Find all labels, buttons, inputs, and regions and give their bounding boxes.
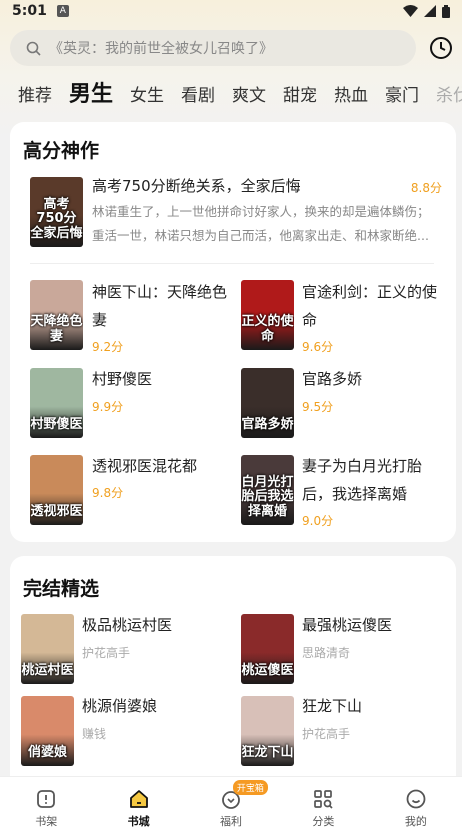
book-title: 桃源俏婆娘 bbox=[82, 697, 158, 715]
featured-score: 8.8分 bbox=[410, 181, 442, 195]
search-placeholder: 《英灵：我的前世全被女儿召唤了》 bbox=[49, 41, 273, 57]
smile-icon bbox=[406, 789, 426, 809]
notification-icon: A bbox=[56, 5, 69, 17]
book-cover: 俏婆娘 bbox=[21, 696, 74, 766]
book-author: 思路清奇 bbox=[302, 646, 351, 660]
book-score: 9.6分 bbox=[302, 340, 334, 354]
book-cover: 高考750分全家后悔 bbox=[30, 177, 83, 247]
nav-profile[interactable]: 我的 bbox=[370, 777, 462, 831]
featured-desc-line2: 重活一世，林诺只想为自己而活，他离家出走、和林家断绝... bbox=[92, 228, 429, 243]
search-row: 《英灵：我的前世全被女儿召唤了》 bbox=[10, 30, 454, 66]
tab-hotblood[interactable]: 热血 bbox=[334, 81, 368, 110]
battery-icon bbox=[442, 4, 450, 18]
nav-bookshelf[interactable]: 书架 bbox=[0, 777, 92, 831]
status-icons bbox=[403, 4, 450, 18]
wifi-icon bbox=[403, 5, 418, 17]
status-bar: 5:01 A bbox=[0, 0, 462, 22]
section-completed: 完结精选 桃运村医 极品桃运村医 护花高手 桃运傻医 最强桃运傻医 思路清奇 俏… bbox=[10, 556, 456, 786]
section-title: 高分神作 bbox=[23, 140, 100, 162]
tab-drama[interactable]: 看剧 bbox=[181, 81, 215, 110]
search-input[interactable]: 《英灵：我的前世全被女儿召唤了》 bbox=[10, 30, 416, 66]
book-title: 神医下山：天降绝色 bbox=[92, 283, 228, 301]
book-title: 官路多娇 bbox=[302, 370, 363, 388]
tab-sweet[interactable]: 甜宠 bbox=[283, 81, 317, 110]
book-title: 官途利剑：正义的使 bbox=[302, 283, 438, 301]
nav-label: 书城 bbox=[127, 815, 150, 828]
book-cover: 桃运村医 bbox=[21, 614, 74, 684]
nav-rewards[interactable]: 开宝箱 福利 bbox=[185, 777, 277, 831]
book-title: 妻子为白月光打胎 bbox=[302, 457, 423, 475]
book-cover: 狂龙下山 bbox=[241, 696, 294, 766]
book-score: 9.2分 bbox=[92, 340, 124, 354]
tab-recommend[interactable]: 推荐 bbox=[18, 81, 52, 110]
book-score: 9.5分 bbox=[302, 400, 334, 414]
status-time: 5:01 bbox=[12, 3, 47, 19]
treasure-badge: 开宝箱 bbox=[232, 780, 268, 795]
book-author: 护花高手 bbox=[302, 727, 351, 741]
tab-female[interactable]: 女生 bbox=[130, 81, 164, 110]
book-title: 透视邪医混花都 bbox=[92, 457, 198, 475]
search-icon bbox=[26, 41, 41, 56]
featured-title: 高考750分断绝关系，全家后悔 bbox=[92, 177, 301, 195]
nav-label: 分类 bbox=[312, 815, 335, 828]
divider bbox=[30, 263, 434, 264]
book-title-line2: 妻 bbox=[92, 311, 108, 329]
tab-wealthy[interactable]: 豪门 bbox=[385, 81, 419, 110]
section-high-score: 高分神作 高考750分全家后悔 高考750分断绝关系，全家后悔 8.8分 林诺重… bbox=[10, 122, 456, 542]
nav-category[interactable]: 分类 bbox=[277, 777, 369, 831]
book-score: 9.0分 bbox=[302, 514, 334, 528]
tab-slaughter[interactable]: 杀伐果 bbox=[436, 81, 462, 110]
book-title-line2: 后，我选择离婚 bbox=[302, 485, 408, 503]
book-cover: 透视邪医 bbox=[30, 455, 83, 525]
book-cover: 天降绝色妻 bbox=[30, 280, 83, 350]
book-cover: 正义的使命 bbox=[241, 280, 294, 350]
book-title-line2: 命 bbox=[302, 311, 318, 329]
book-cover: 官路多娇 bbox=[241, 368, 294, 438]
bookshelf-icon bbox=[37, 790, 56, 808]
tab-cool[interactable]: 爽文 bbox=[232, 81, 266, 110]
book-title: 最强桃运傻医 bbox=[302, 616, 393, 634]
category-tabs: 推荐 男生 女生 看剧 爽文 甜宠 热血 豪门 杀伐果 bbox=[0, 76, 462, 110]
section-title: 完结精选 bbox=[23, 578, 100, 600]
book-score: 9.9分 bbox=[92, 400, 124, 414]
book-author: 赚钱 bbox=[82, 727, 107, 741]
featured-desc-line1: 林诺重生了，上一世他拼命讨好家人，换来的却是遍体鳞伤； bbox=[92, 204, 430, 219]
book-cover: 白月光打胎后我选择离婚 bbox=[241, 455, 294, 525]
book-title: 狂龙下山 bbox=[302, 697, 363, 715]
book-score: 9.8分 bbox=[92, 486, 124, 500]
category-grid-icon bbox=[314, 790, 334, 809]
nav-label: 福利 bbox=[220, 815, 243, 828]
home-icon bbox=[129, 790, 148, 808]
book-cover: 桃运傻医 bbox=[241, 614, 294, 684]
book-cover: 村野傻医 bbox=[30, 368, 83, 438]
book-title: 极品桃运村医 bbox=[82, 616, 173, 634]
nav-bookstore[interactable]: 书城 bbox=[92, 777, 184, 831]
history-clock-icon[interactable] bbox=[428, 35, 454, 61]
tab-male[interactable]: 男生 bbox=[69, 76, 113, 110]
signal-icon bbox=[424, 5, 436, 17]
bottom-nav: 书架 书城 开宝箱 福利 分类 我的 bbox=[0, 776, 462, 831]
nav-label: 我的 bbox=[404, 815, 427, 828]
book-title: 村野傻医 bbox=[92, 370, 153, 388]
book-author: 护花高手 bbox=[82, 646, 131, 660]
nav-label: 书架 bbox=[35, 815, 58, 828]
